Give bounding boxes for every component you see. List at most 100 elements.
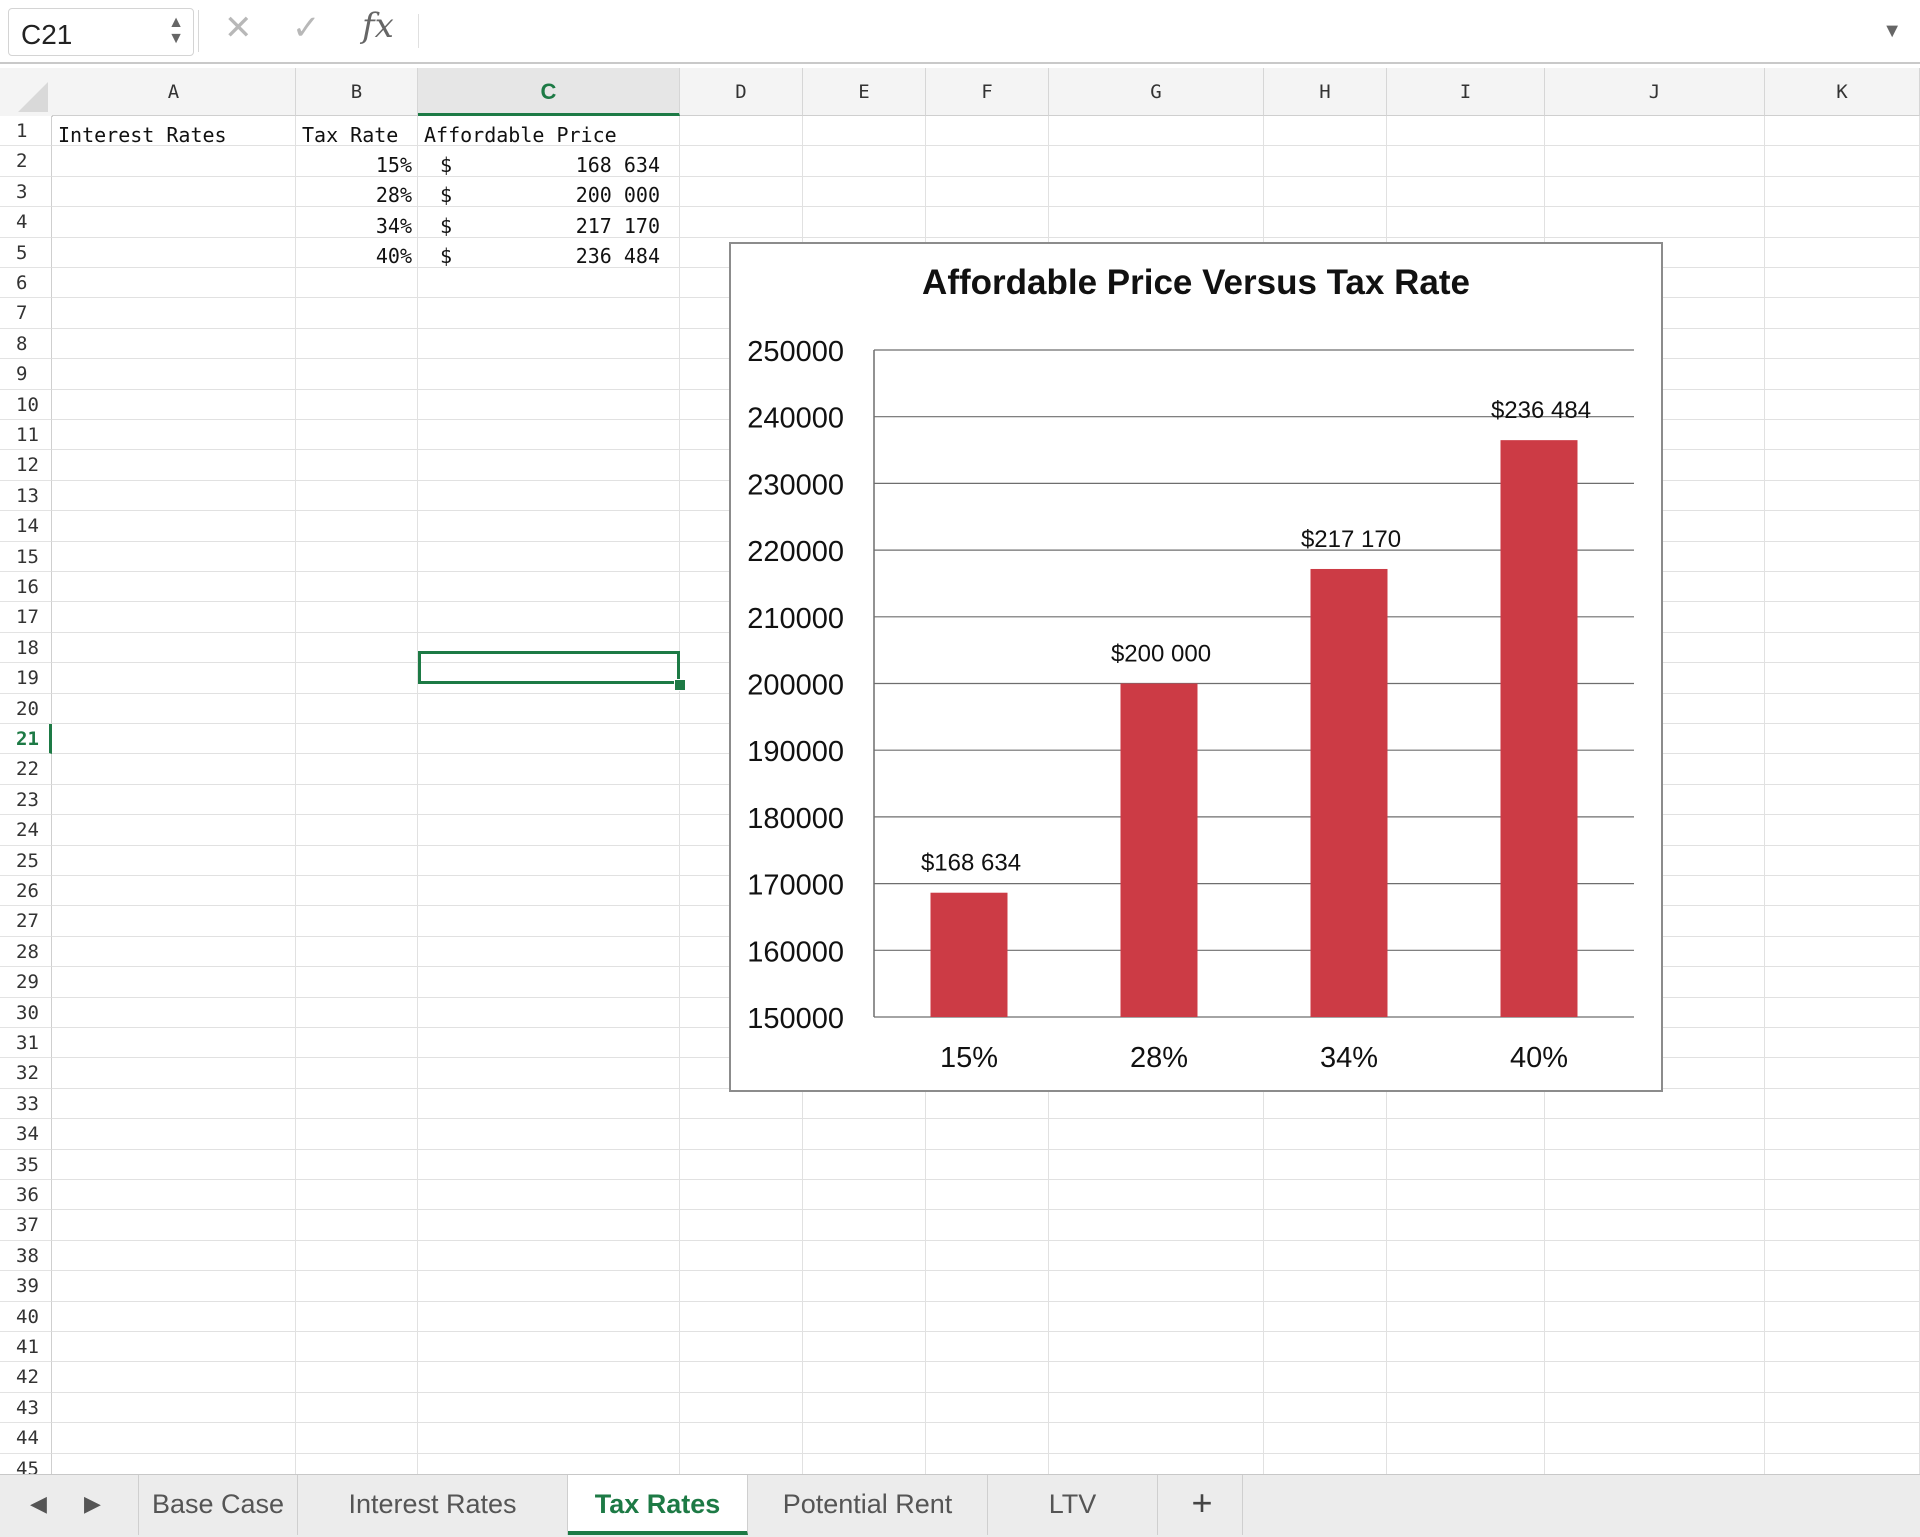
row-header-5[interactable]: 5 bbox=[0, 237, 52, 268]
add-sheet-button[interactable]: + bbox=[1162, 1475, 1243, 1535]
row-header-38[interactable]: 38 bbox=[0, 1240, 52, 1272]
row-header-23[interactable]: 23 bbox=[0, 784, 52, 816]
row-header-2[interactable]: 2 bbox=[0, 146, 52, 177]
formula-bar-divider bbox=[198, 10, 199, 52]
row-header-40[interactable]: 40 bbox=[0, 1301, 52, 1332]
tab-potential-rent[interactable]: Potential Rent bbox=[748, 1475, 988, 1535]
column-header-b[interactable]: B bbox=[296, 68, 418, 116]
row-header-7[interactable]: 7 bbox=[0, 298, 52, 329]
tab-base-case[interactable]: Base Case bbox=[138, 1475, 298, 1535]
row-header-18[interactable]: 18 bbox=[0, 632, 52, 664]
select-all-triangle-icon bbox=[18, 82, 48, 112]
function-icon[interactable]: fx bbox=[362, 6, 394, 46]
bar-chart[interactable]: Affordable Price Versus Tax Rate 150000 1… bbox=[729, 242, 1663, 1092]
column-header-j[interactable]: J bbox=[1545, 68, 1765, 116]
column-header-c[interactable]: C bbox=[418, 68, 680, 116]
row-header-17[interactable]: 17 bbox=[0, 602, 52, 633]
name-box[interactable]: C21 ▲ ▼ bbox=[8, 8, 194, 56]
row-header-21[interactable]: 21 bbox=[0, 724, 52, 755]
column-header-g[interactable]: G bbox=[1049, 68, 1264, 116]
column-header-f[interactable]: F bbox=[926, 68, 1049, 116]
chevron-right-icon[interactable]: ▶ bbox=[84, 1491, 101, 1517]
column-header-i[interactable]: I bbox=[1387, 68, 1545, 116]
row-header-20[interactable]: 20 bbox=[0, 693, 52, 724]
cell-B4[interactable]: 34% bbox=[296, 211, 412, 241]
chevron-down-icon[interactable]: ▼ bbox=[1882, 20, 1902, 43]
formula-input[interactable] bbox=[424, 10, 1868, 54]
column-header-d[interactable]: D bbox=[680, 68, 803, 116]
row-header-25[interactable]: 25 bbox=[0, 845, 52, 876]
row-header-24[interactable]: 24 bbox=[0, 815, 52, 846]
y-tick-label: 240000 bbox=[747, 403, 844, 435]
row-header-26[interactable]: 26 bbox=[0, 876, 52, 907]
cell-B3[interactable]: 28% bbox=[296, 180, 412, 210]
row-gridline bbox=[52, 1300, 1920, 1302]
row-gridline bbox=[52, 1391, 1920, 1393]
row-header-28[interactable]: 28 bbox=[0, 936, 52, 968]
chevron-left-icon[interactable]: ◀ bbox=[30, 1491, 47, 1517]
row-header-22[interactable]: 22 bbox=[0, 754, 52, 785]
cell-C3[interactable]: 200 000 bbox=[480, 180, 660, 210]
row-header-19[interactable]: 19 bbox=[0, 663, 52, 694]
row-header-34[interactable]: 34 bbox=[0, 1119, 52, 1150]
row-header-16[interactable]: 16 bbox=[0, 572, 52, 603]
row-header-33[interactable]: 33 bbox=[0, 1088, 52, 1120]
cancel-icon[interactable]: ✕ bbox=[224, 8, 253, 48]
confirm-icon[interactable]: ✓ bbox=[292, 8, 321, 48]
row-header-27[interactable]: 27 bbox=[0, 906, 52, 937]
name-box-stepper-icon[interactable]: ▲ ▼ bbox=[167, 15, 185, 49]
row-header-8[interactable]: 8 bbox=[0, 328, 52, 360]
cell-C1[interactable]: Affordable Price bbox=[424, 120, 617, 150]
row-header-30[interactable]: 30 bbox=[0, 997, 52, 1028]
row-header-32[interactable]: 32 bbox=[0, 1058, 52, 1089]
tab-interest-rates[interactable]: Interest Rates bbox=[298, 1475, 568, 1535]
data-label: $200 000 bbox=[1111, 641, 1211, 668]
row-header-9[interactable]: 9 bbox=[0, 359, 52, 390]
row-gridline bbox=[52, 1331, 1920, 1332]
x-tick-label: 40% bbox=[1510, 1042, 1568, 1074]
row-header-13[interactable]: 13 bbox=[0, 480, 52, 512]
cell-C2[interactable]: 168 634 bbox=[480, 150, 660, 180]
column-header-a[interactable]: A bbox=[52, 68, 296, 116]
cell-B2[interactable]: 15% bbox=[296, 150, 412, 180]
row-header-42[interactable]: 42 bbox=[0, 1362, 52, 1393]
select-all-corner[interactable] bbox=[0, 68, 53, 117]
y-tick-label: 190000 bbox=[747, 736, 844, 768]
column-header-e[interactable]: E bbox=[803, 68, 926, 116]
cell-B5[interactable]: 40% bbox=[296, 241, 412, 271]
column-header-h[interactable]: H bbox=[1264, 68, 1387, 116]
row-header-1[interactable]: 1 bbox=[0, 116, 52, 147]
row-header-10[interactable]: 10 bbox=[0, 389, 52, 420]
row-header-4[interactable]: 4 bbox=[0, 207, 52, 238]
y-tick-label: 250000 bbox=[747, 336, 844, 368]
tab-ltv[interactable]: LTV bbox=[988, 1475, 1158, 1535]
row-header-36[interactable]: 36 bbox=[0, 1180, 52, 1211]
cell-A1[interactable]: Interest Rates bbox=[58, 120, 227, 150]
row-gridline bbox=[52, 1239, 1920, 1241]
row-header-14[interactable]: 14 bbox=[0, 511, 52, 542]
selected-cell-c21[interactable] bbox=[418, 651, 680, 684]
row-header-15[interactable]: 15 bbox=[0, 541, 52, 572]
row-header-29[interactable]: 29 bbox=[0, 967, 52, 998]
cell-B1[interactable]: Tax Rate bbox=[302, 120, 398, 150]
tab-tax-rates[interactable]: Tax Rates bbox=[568, 1475, 748, 1535]
row-header-11[interactable]: 11 bbox=[0, 420, 52, 451]
data-label: $217 170 bbox=[1301, 526, 1401, 553]
row-header-3[interactable]: 3 bbox=[0, 176, 52, 208]
row-header-44[interactable]: 44 bbox=[0, 1423, 52, 1454]
row-header-43[interactable]: 43 bbox=[0, 1392, 52, 1424]
row-header-12[interactable]: 12 bbox=[0, 450, 52, 481]
y-tick-label: 180000 bbox=[747, 803, 844, 835]
chart-title: Affordable Price Versus Tax Rate bbox=[922, 263, 1470, 302]
fill-handle[interactable] bbox=[674, 679, 686, 691]
row-header-37[interactable]: 37 bbox=[0, 1210, 52, 1241]
cell-C4[interactable]: 217 170 bbox=[480, 211, 660, 241]
row-header-6[interactable]: 6 bbox=[0, 268, 52, 299]
row-header-39[interactable]: 39 bbox=[0, 1271, 52, 1302]
row-header-35[interactable]: 35 bbox=[0, 1149, 52, 1180]
cell-C5[interactable]: 236 484 bbox=[480, 241, 660, 271]
row-header-41[interactable]: 41 bbox=[0, 1332, 52, 1363]
chart-bars bbox=[930, 440, 1578, 1017]
row-header-31[interactable]: 31 bbox=[0, 1028, 52, 1059]
column-header-k[interactable]: K bbox=[1765, 68, 1920, 116]
